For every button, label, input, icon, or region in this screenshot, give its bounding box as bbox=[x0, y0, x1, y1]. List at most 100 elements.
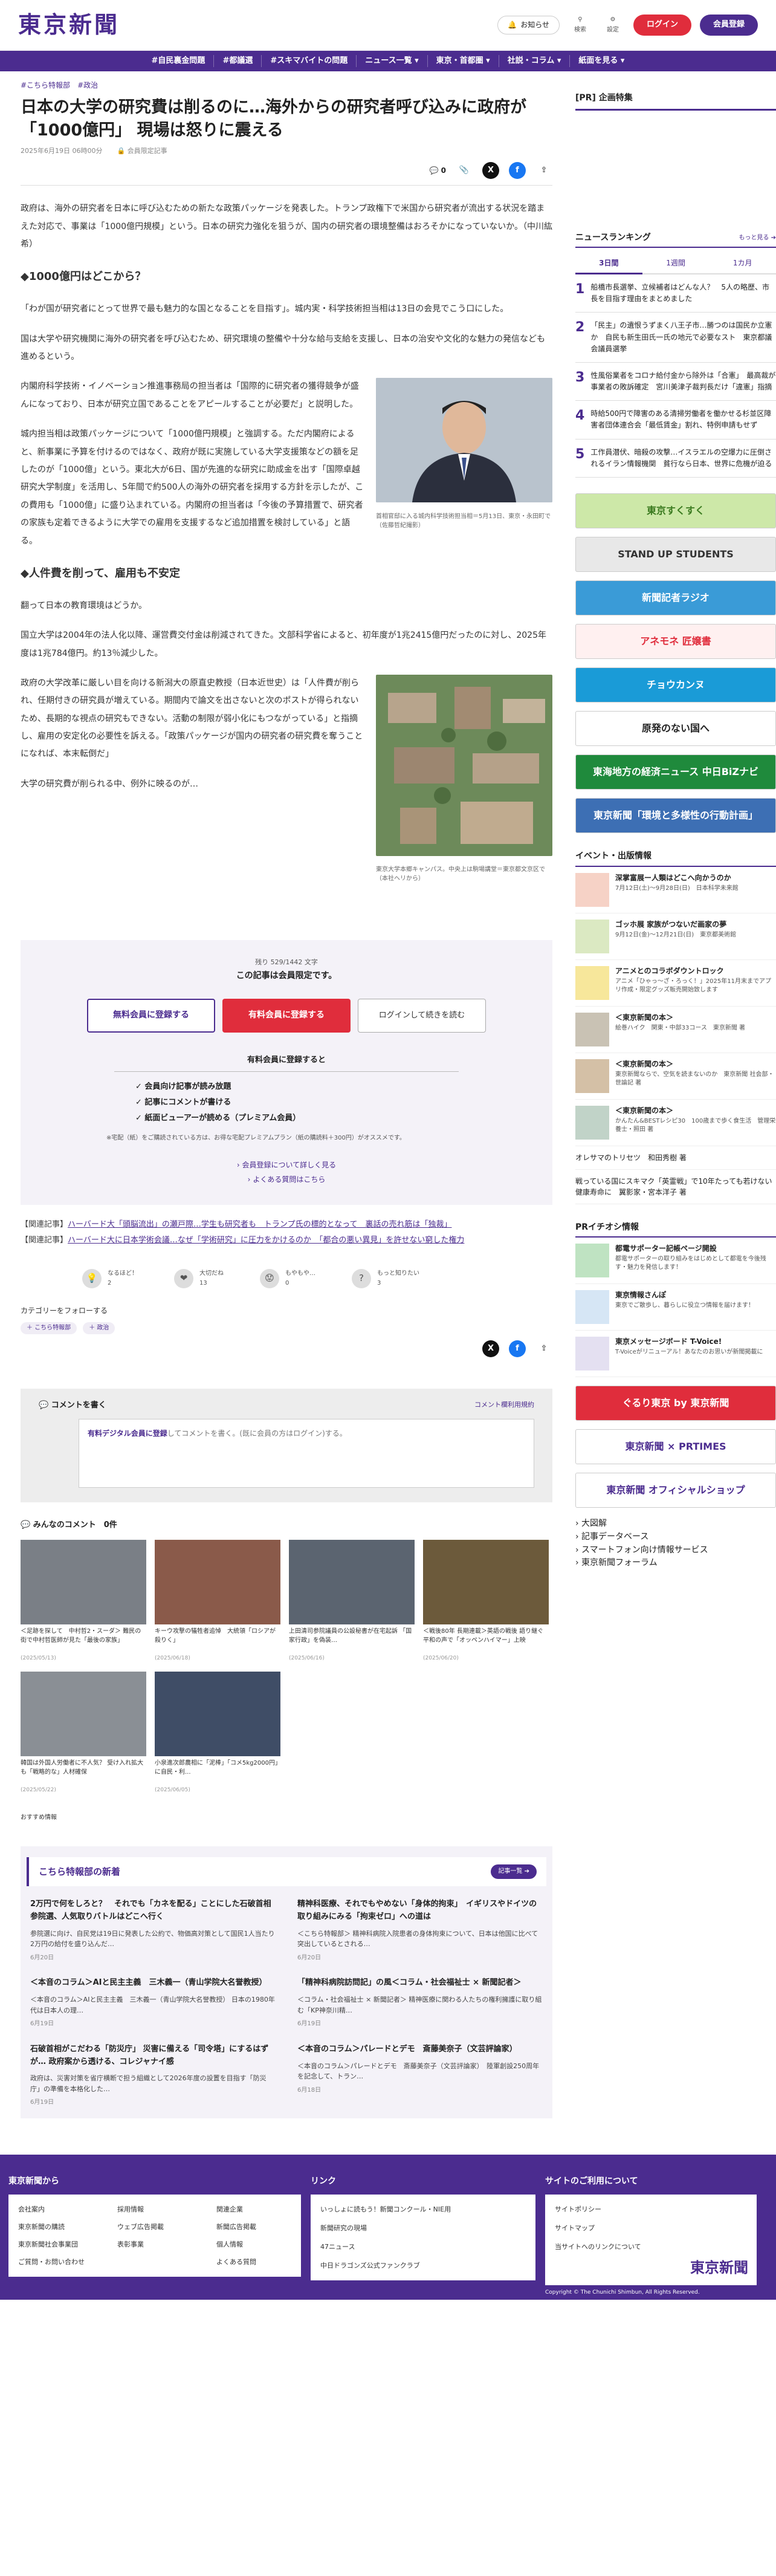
footer-link[interactable]: いっしょに読もう！新聞コンクール・NIE用 bbox=[320, 2204, 526, 2214]
ranking-more-link[interactable]: もっと見る ➔ bbox=[739, 233, 776, 243]
special-article[interactable]: ＜本音のコラム＞AIと民主主義 三木義一（青山学院大名誉教授） ＜本音のコラム＞A… bbox=[30, 1977, 276, 2028]
reaction-button[interactable]: ❤ 大切だね 13 bbox=[174, 1268, 224, 1288]
nav-item[interactable]: 東京・首都圏 ▾ bbox=[428, 54, 499, 68]
event-item[interactable]: 深掌富展ー人類はどこへ向かうのか 7月12日(土)〜9月28日(日) 日本科学未来… bbox=[575, 867, 776, 913]
event-item[interactable]: ＜東京新聞の本＞ 絵巻ハイク 関東・中部33コース 東京新聞 著 bbox=[575, 1007, 776, 1053]
ranking-item[interactable]: 5 工作員潜伏、暗殺の攻撃…イスラエルの空爆力に圧倒されるイラン情報機関 貧行なら… bbox=[575, 440, 776, 478]
tab-1month[interactable]: 1カ月 bbox=[709, 254, 776, 274]
news-card[interactable]: 上田清司参院議員の公設秘書が在宅起訴 「国家行政」を偽装… (2025/06/16… bbox=[289, 1540, 415, 1663]
member-info-link[interactable]: 会員登録について詳しく見る bbox=[242, 1161, 336, 1169]
event-item[interactable]: ＜東京新聞の本＞ 東京新聞ならで、空気を読まないのか 東京新聞 社会部・世論記 著 bbox=[575, 1053, 776, 1100]
footer-link[interactable]: よくある質問 bbox=[216, 2257, 301, 2267]
sidebar-menu-item[interactable]: › 記事データベース bbox=[575, 1531, 776, 1544]
follow-chip[interactable]: ＋ 政治 bbox=[83, 1322, 115, 1334]
pr-item[interactable]: 東京情報さんぽ 東京でご散歩し、暮らしに役立つ情報を届けます！ bbox=[575, 1284, 776, 1331]
paid-register-button[interactable]: 有料会員に登録する bbox=[222, 999, 351, 1033]
promo-banner[interactable]: 東京新聞 × PRTIMES bbox=[575, 1429, 776, 1465]
x-share-icon[interactable]: X bbox=[482, 1340, 499, 1357]
pr-item[interactable]: 都電サポーター記帳ページ開設 都電サポーターの取り組みをはじめとして都電を今後残す… bbox=[575, 1238, 776, 1285]
share-icon[interactable]: ⇪ bbox=[535, 1340, 552, 1357]
settings-button[interactable]: ⚙ 設定 bbox=[601, 15, 625, 35]
event-item[interactable]: ゴッホ展 家族がつないだ画家の夢 9月12日(金)〜12月21日(日) 東京都美術… bbox=[575, 913, 776, 960]
comment-rules-link[interactable]: コメント欄利用規約 bbox=[474, 1400, 534, 1412]
book-link[interactable]: 戦っている国にスキマク「英霊戦」で10年たっても若けない健康寿命に 翼影家・宮本… bbox=[575, 1170, 776, 1204]
nav-item[interactable]: ニュース一覧 ▾ bbox=[357, 54, 428, 68]
footer-link[interactable]: 新聞研究の現場 bbox=[320, 2223, 526, 2233]
promo-banner[interactable]: 原発のない国へ bbox=[575, 711, 776, 747]
related-link[interactable]: ハーバード大に日本学術会議…なぜ「学術研究」に圧力をかけるのか 「都合の悪い異見… bbox=[68, 1236, 464, 1245]
tag-link[interactable]: #政治 bbox=[77, 80, 98, 91]
event-item[interactable]: ＜東京新聞の本＞ かんたん&BESTレシピ30 100歳まで歩く食生活 管理栄養士… bbox=[575, 1100, 776, 1146]
sidebar-menu-item[interactable]: › 東京新聞フォーラム bbox=[575, 1557, 776, 1570]
footer-link[interactable]: 東京新聞の購読 bbox=[18, 2222, 103, 2232]
special-article[interactable]: 2万円で何をしろと？ それでも「カネを配る」ことにした石破首相 参院選、人気取り… bbox=[30, 1898, 279, 1962]
footer-link[interactable]: ご質問・お問い合わせ bbox=[18, 2257, 103, 2267]
tab-3days[interactable]: 3日間 bbox=[575, 254, 642, 274]
promo-banner[interactable]: アネモネ 匠嬢書 bbox=[575, 624, 776, 660]
special-article[interactable]: 石破首相がこだわる「防災庁」 災害に備える「司令塔」にするはずが… 政府案から透… bbox=[30, 2043, 276, 2107]
promo-banner[interactable]: 東京すくすく bbox=[575, 493, 776, 529]
promo-banner[interactable]: 東海地方の経済ニュース 中日BiZナビ bbox=[575, 754, 776, 790]
facebook-share-icon[interactable]: f bbox=[509, 162, 526, 180]
comment-count[interactable]: 💬 0 bbox=[430, 165, 447, 177]
faq-link[interactable]: よくある質問はこちら bbox=[253, 1175, 325, 1184]
minister-photo[interactable] bbox=[376, 378, 552, 503]
special-more-link[interactable]: 記事一覧 ➔ bbox=[491, 1864, 537, 1879]
footer-link[interactable]: 当サイトへのリンクについて bbox=[555, 2242, 747, 2252]
login-button[interactable]: ログイン bbox=[633, 15, 691, 36]
campus-aerial-photo[interactable] bbox=[376, 674, 552, 856]
footer-link[interactable]: サイトマップ bbox=[555, 2223, 747, 2233]
pr-item[interactable]: 東京メッセージボード T-Voice! T-Voiceがリニューアル！あなたのお思… bbox=[575, 1331, 776, 1378]
ranking-item[interactable]: 2 「民主」の遺恨うずまく八王子市…勝つのは国民か立憲か 自民も新生田氏一氏の地元… bbox=[575, 313, 776, 363]
free-register-button[interactable]: 無料会員に登録する bbox=[87, 999, 215, 1033]
promo-banner[interactable]: STAND UP STUDENTS bbox=[575, 537, 776, 573]
ranking-item[interactable]: 1 船橋市長選挙、立候補者はどんな人？ 5人の略歴、市長を目指す理由をまとめました bbox=[575, 274, 776, 313]
footer-link[interactable] bbox=[117, 2257, 202, 2267]
tab-1week[interactable]: 1週間 bbox=[642, 254, 710, 274]
footer-link[interactable]: ウェブ広告掲載 bbox=[117, 2222, 202, 2232]
promo-banner[interactable]: チョウカンヌ bbox=[575, 667, 776, 703]
promo-banner[interactable]: ぐるり東京 by 東京新聞 bbox=[575, 1386, 776, 1421]
footer-link[interactable]: 採用情報 bbox=[117, 2204, 202, 2214]
footer-link[interactable]: 会社案内 bbox=[18, 2204, 103, 2214]
footer-link[interactable]: 47ニュース bbox=[320, 2242, 526, 2252]
reaction-button[interactable]: 😟 もやもや… 0 bbox=[260, 1268, 315, 1288]
footer-link[interactable]: 東京新聞社会事業団 bbox=[18, 2239, 103, 2250]
login-continue-button[interactable]: ログインして続きを読む bbox=[358, 999, 486, 1033]
news-card[interactable]: キーウ攻撃の犠牲者追悼 大統領「ロシアが殺りく」 (2025/06/18) bbox=[155, 1540, 280, 1663]
event-item[interactable]: アニメとのコラボダウントロック アニメ「ひゃっ〜ざ・ろっく！」2025年11月末ま… bbox=[575, 960, 776, 1007]
sidebar-menu-item[interactable]: › 大図解 bbox=[575, 1517, 776, 1531]
news-card[interactable]: 韓国は外国人労働者に不人気？ 受け入れ拡大も「戦略的な」人材確保 (2025/05… bbox=[21, 1672, 146, 1795]
comment-input[interactable]: 有料デジタル会員に登録してコメントを書く。(既に会員の方はログイン)する。 bbox=[79, 1418, 534, 1488]
footer-logo[interactable]: 東京新聞 bbox=[690, 2256, 748, 2279]
facebook-share-icon[interactable]: f bbox=[509, 1340, 526, 1357]
ranking-item[interactable]: 3 性風俗業者をコロナ給付金から除外は「合憲」 最高裁が事業者の敗訴確定 宮川美津… bbox=[575, 363, 776, 401]
notice-button[interactable]: 🔔 お知らせ bbox=[497, 16, 560, 34]
promo-banner[interactable]: 東京新聞「環境と多様性の行動計画」 bbox=[575, 798, 776, 834]
sidebar-menu-item[interactable]: › スマートフォン向け情報サービス bbox=[575, 1544, 776, 1557]
footer-link[interactable]: 関連企業 bbox=[216, 2204, 301, 2214]
footer-link[interactable]: 個人情報 bbox=[216, 2239, 301, 2250]
footer-link[interactable]: 表彰事業 bbox=[117, 2239, 202, 2250]
promo-banner[interactable]: 新聞記者ラジオ bbox=[575, 580, 776, 616]
book-link[interactable]: オレサマのトリセツ 和田秀樹 著 bbox=[575, 1146, 776, 1170]
nav-item[interactable]: #スキマバイトの問題 bbox=[262, 54, 357, 68]
nav-item[interactable]: #都議選 bbox=[214, 54, 262, 68]
tag-link[interactable]: #こちら特報部 bbox=[21, 80, 70, 91]
footer-link[interactable]: 新聞広告掲載 bbox=[216, 2222, 301, 2232]
reaction-button[interactable]: ? もっと知りたい 3 bbox=[352, 1268, 419, 1288]
site-logo[interactable]: 東京新聞 bbox=[18, 7, 120, 43]
news-card[interactable]: ＜戦後80年 長期連載＞英語の戦後 語り継ぐ 平和の声で「オッペンハイマー」上映… bbox=[423, 1540, 549, 1663]
digital-register-link[interactable]: 有料デジタル会員に登録 bbox=[88, 1429, 167, 1438]
nav-item[interactable]: 紙面を見る ▾ bbox=[570, 55, 633, 67]
special-article[interactable]: 精神科医療、それでもやめない「身体的拘束」 イギリスやドイツの取り組みにみる「拘… bbox=[297, 1898, 543, 1962]
nav-item[interactable]: #自民裏金問題 bbox=[143, 54, 215, 68]
search-button[interactable]: ⚲ 検索 bbox=[568, 15, 592, 35]
special-article[interactable]: ＜本音のコラム＞パレードとデモ 斎藤美奈子（文芸評論家） ＜本音のコラム＞パレード… bbox=[297, 2043, 543, 2107]
footer-link[interactable]: 中日ドラゴンズ公式ファンクラブ bbox=[320, 2260, 526, 2271]
news-card[interactable]: ＜足跡を探して 中村哲2・スーダ＞ 難民の街で中村哲医師が見た「最後の家族」 (2… bbox=[21, 1540, 146, 1663]
related-link[interactable]: ハーバード大「頭脳流出」の瀬戸際…学生も研究者も トランプ氏の標的となって 裏話… bbox=[68, 1220, 451, 1229]
nav-item[interactable]: 社説・コラム ▾ bbox=[499, 54, 571, 68]
ranking-item[interactable]: 4 時給500円で障害のある清掃労働者を働かせる杉並区障害者団体連合会「最低賃金」… bbox=[575, 401, 776, 440]
x-share-icon[interactable]: X bbox=[482, 162, 499, 180]
